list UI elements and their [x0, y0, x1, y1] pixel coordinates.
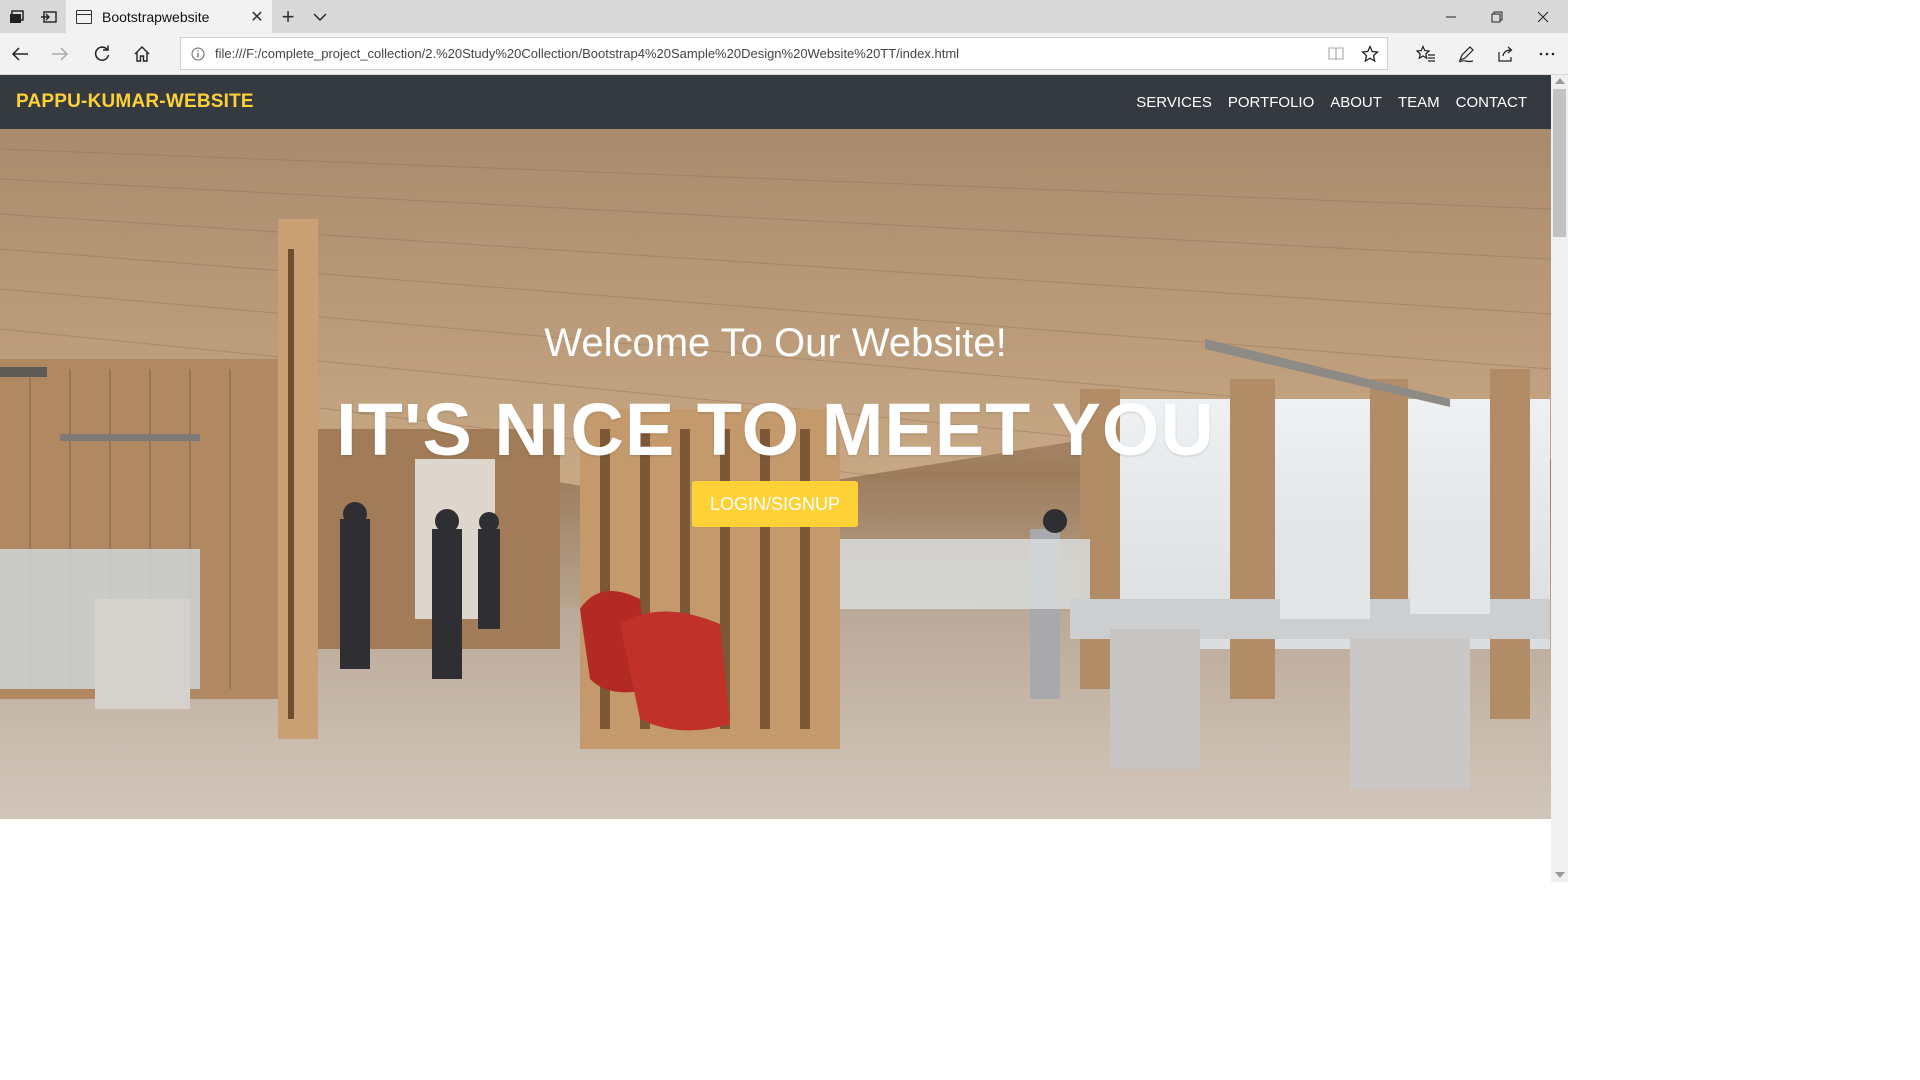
- page-icon: [76, 9, 92, 24]
- nav-link-about[interactable]: ABOUT: [1330, 94, 1382, 111]
- home-icon[interactable]: [122, 33, 162, 75]
- hero-subheading: Welcome To Our Website!: [544, 321, 1007, 365]
- scrollbar-thumb[interactable]: [1553, 89, 1566, 237]
- nav-link-team[interactable]: TEAM: [1398, 94, 1440, 111]
- set-aside-tabs-icon[interactable]: [33, 0, 65, 33]
- hero-heading: IT'S NICE TO MEET YOU: [336, 388, 1215, 471]
- close-icon[interactable]: ✕: [242, 7, 272, 27]
- back-arrow-icon[interactable]: [0, 33, 40, 75]
- restore-icon[interactable]: [1474, 0, 1520, 33]
- star-icon[interactable]: [1353, 37, 1387, 70]
- page-scrollbar[interactable]: [1551, 75, 1568, 882]
- scroll-up-icon[interactable]: [1555, 78, 1565, 84]
- tab-actions-icon[interactable]: [0, 0, 32, 33]
- minimize-icon[interactable]: [1428, 0, 1474, 33]
- address-bar[interactable]: file:///F:/complete_project_collection/2…: [180, 37, 1388, 70]
- share-icon[interactable]: [1486, 33, 1526, 75]
- browser-toolbar: file:///F:/complete_project_collection/2…: [0, 33, 1568, 75]
- site-navbar: PAPPU-KUMAR-WEBSITE SERVICES PORTFOLIO A…: [0, 75, 1551, 129]
- nav-links: SERVICES PORTFOLIO ABOUT TEAM CONTACT: [1120, 75, 1527, 129]
- close-window-icon[interactable]: [1520, 0, 1566, 33]
- url-text: file:///F:/complete_project_collection/2…: [215, 46, 960, 61]
- scroll-down-icon[interactable]: [1555, 872, 1565, 878]
- login-signup-button[interactable]: LOGIN/SIGNUP: [692, 481, 858, 527]
- web-page: PAPPU-KUMAR-WEBSITE SERVICES PORTFOLIO A…: [0, 75, 1551, 882]
- forward-arrow-icon[interactable]: [40, 33, 80, 75]
- favorites-icon[interactable]: [1406, 33, 1446, 75]
- browser-title-bar: Bootstrapwebsite ✕ +: [0, 0, 1568, 33]
- tab-title: Bootstrapwebsite: [102, 8, 210, 25]
- nav-link-services[interactable]: SERVICES: [1136, 94, 1212, 111]
- reading-view-icon[interactable]: [1319, 37, 1353, 70]
- refresh-icon[interactable]: [82, 33, 122, 75]
- nav-link-portfolio[interactable]: PORTFOLIO: [1228, 94, 1314, 111]
- browser-tab[interactable]: Bootstrapwebsite ✕: [66, 0, 272, 33]
- plus-icon[interactable]: +: [274, 0, 302, 33]
- nav-link-contact[interactable]: CONTACT: [1456, 94, 1527, 111]
- site-brand[interactable]: PAPPU-KUMAR-WEBSITE: [16, 75, 254, 129]
- more-icon[interactable]: [1527, 33, 1567, 75]
- hero-section: Welcome To Our Website! IT'S NICE TO MEE…: [0, 129, 1551, 819]
- hero-background-image: [0, 129, 1551, 819]
- info-icon[interactable]: [181, 47, 215, 61]
- content-section: [0, 819, 1551, 882]
- chevron-down-icon[interactable]: [306, 0, 334, 33]
- pen-icon[interactable]: [1446, 33, 1486, 75]
